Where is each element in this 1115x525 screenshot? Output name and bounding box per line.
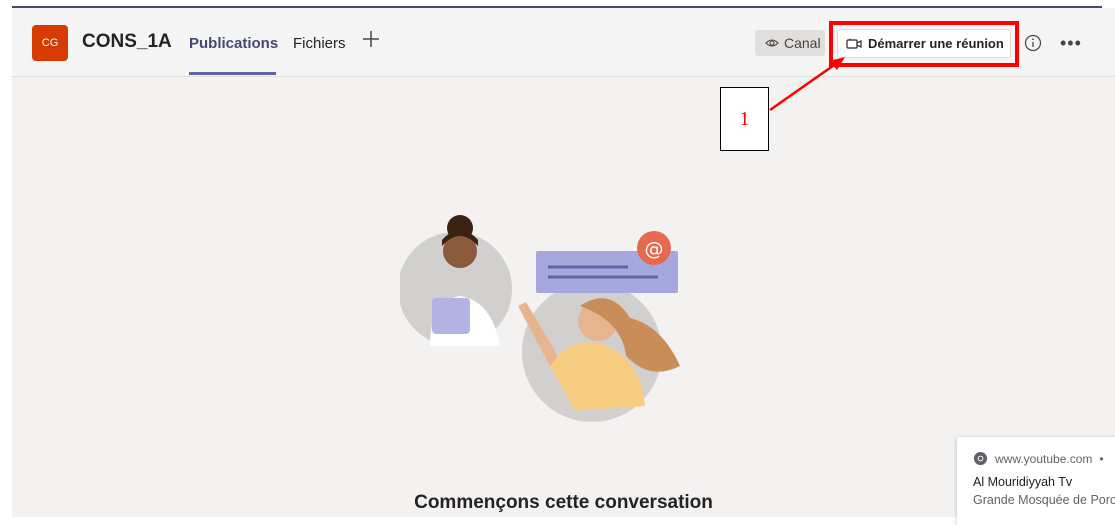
- notification-description: Grande Mosquée de Porokhane splendeur: [973, 493, 1115, 507]
- browser-notification[interactable]: www.youtube.com • Al Mouridiyyah Tv Gran…: [957, 437, 1115, 525]
- notification-title: Al Mouridiyyah Tv: [973, 475, 1073, 489]
- canal-label: Canal: [784, 35, 821, 51]
- start-meeting-label: Démarrer une réunion: [868, 36, 1004, 51]
- more-options-icon[interactable]: •••: [1060, 34, 1082, 52]
- team-name: CONS_1A: [82, 31, 172, 52]
- add-tab-button[interactable]: [362, 30, 380, 52]
- svg-text:@: @: [645, 238, 664, 260]
- tab-fichiers[interactable]: Fichiers: [293, 35, 346, 52]
- notification-source: www.youtube.com •: [973, 451, 1104, 466]
- tab-publications[interactable]: Publications: [189, 35, 278, 52]
- start-meeting-button[interactable]: Démarrer une réunion: [837, 29, 1011, 58]
- channel-header: CG CONS_1A Publications Fichiers Canal D…: [12, 8, 1115, 77]
- empty-state-title: Commençons cette conversation: [414, 492, 713, 513]
- active-tab-indicator: [189, 72, 276, 75]
- annotation-arrow: [769, 57, 845, 112]
- plus-icon: [363, 31, 379, 47]
- notification-site: www.youtube.com: [995, 451, 1093, 466]
- conversation-illustration: @: [400, 215, 680, 422]
- video-camera-icon: [846, 38, 862, 49]
- chrome-icon: [973, 451, 988, 466]
- notification-separator: •: [1099, 451, 1104, 466]
- annotation-callout: 1: [720, 87, 769, 151]
- info-icon[interactable]: [1024, 34, 1042, 52]
- teams-channel-view: CG CONS_1A Publications Fichiers Canal D…: [12, 8, 1115, 525]
- eye-icon: [765, 39, 779, 47]
- team-avatar[interactable]: CG: [32, 25, 68, 61]
- left-gutter: [0, 8, 12, 517]
